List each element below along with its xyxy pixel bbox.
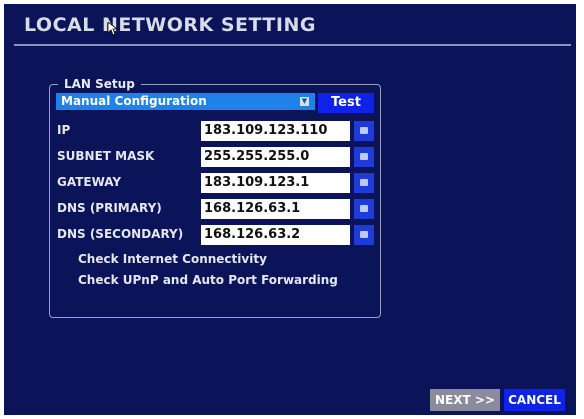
keyboard-icon (360, 205, 368, 212)
dns-secondary-keyboard-button[interactable] (354, 225, 374, 245)
dns-primary-label: DNS (PRIMARY) (57, 201, 162, 215)
chevron-down-icon: ▼ (300, 97, 309, 106)
keyboard-icon (360, 153, 368, 160)
subnet-mask-keyboard-button[interactable] (354, 147, 374, 167)
mouse-cursor-icon (108, 22, 118, 36)
gateway-field[interactable]: 183.109.123.1 (201, 173, 350, 193)
configuration-dropdown-value: Manual Configuration (61, 94, 207, 108)
subnet-mask-label: SUBNET MASK (57, 149, 155, 163)
check-upnp-button[interactable]: Check UPnP and Auto Port Forwarding (78, 273, 338, 287)
gateway-label: GATEWAY (57, 175, 122, 189)
dns-secondary-label: DNS (SECONDARY) (57, 227, 184, 241)
title-divider (14, 44, 571, 46)
cancel-button[interactable]: CANCEL (504, 389, 565, 411)
check-internet-connectivity-button[interactable]: Check Internet Connectivity (78, 252, 267, 266)
ip-keyboard-button[interactable] (354, 121, 374, 141)
test-button[interactable]: Test (318, 93, 374, 113)
keyboard-icon (360, 231, 368, 238)
keyboard-icon (360, 179, 368, 186)
ip-label: IP (57, 123, 71, 137)
dvr-screen: LOCAL NETWORK SETTING LAN Setup Manual C… (4, 4, 576, 415)
dns-primary-keyboard-button[interactable] (354, 199, 374, 219)
lan-setup-group: LAN Setup Manual Configuration ▼ Test IP… (49, 77, 381, 318)
configuration-dropdown[interactable]: Manual Configuration ▼ (56, 93, 315, 110)
keyboard-icon (360, 127, 368, 134)
lan-setup-legend: LAN Setup (58, 77, 141, 91)
dns-primary-field[interactable]: 168.126.63.1 (201, 199, 350, 219)
gateway-keyboard-button[interactable] (354, 173, 374, 193)
subnet-mask-field[interactable]: 255.255.255.0 (201, 147, 350, 167)
next-button[interactable]: NEXT >> (430, 389, 500, 411)
dns-secondary-field[interactable]: 168.126.63.2 (201, 225, 350, 245)
ip-field[interactable]: 183.109.123.110 (201, 121, 350, 141)
page-title: LOCAL NETWORK SETTING (24, 14, 316, 36)
